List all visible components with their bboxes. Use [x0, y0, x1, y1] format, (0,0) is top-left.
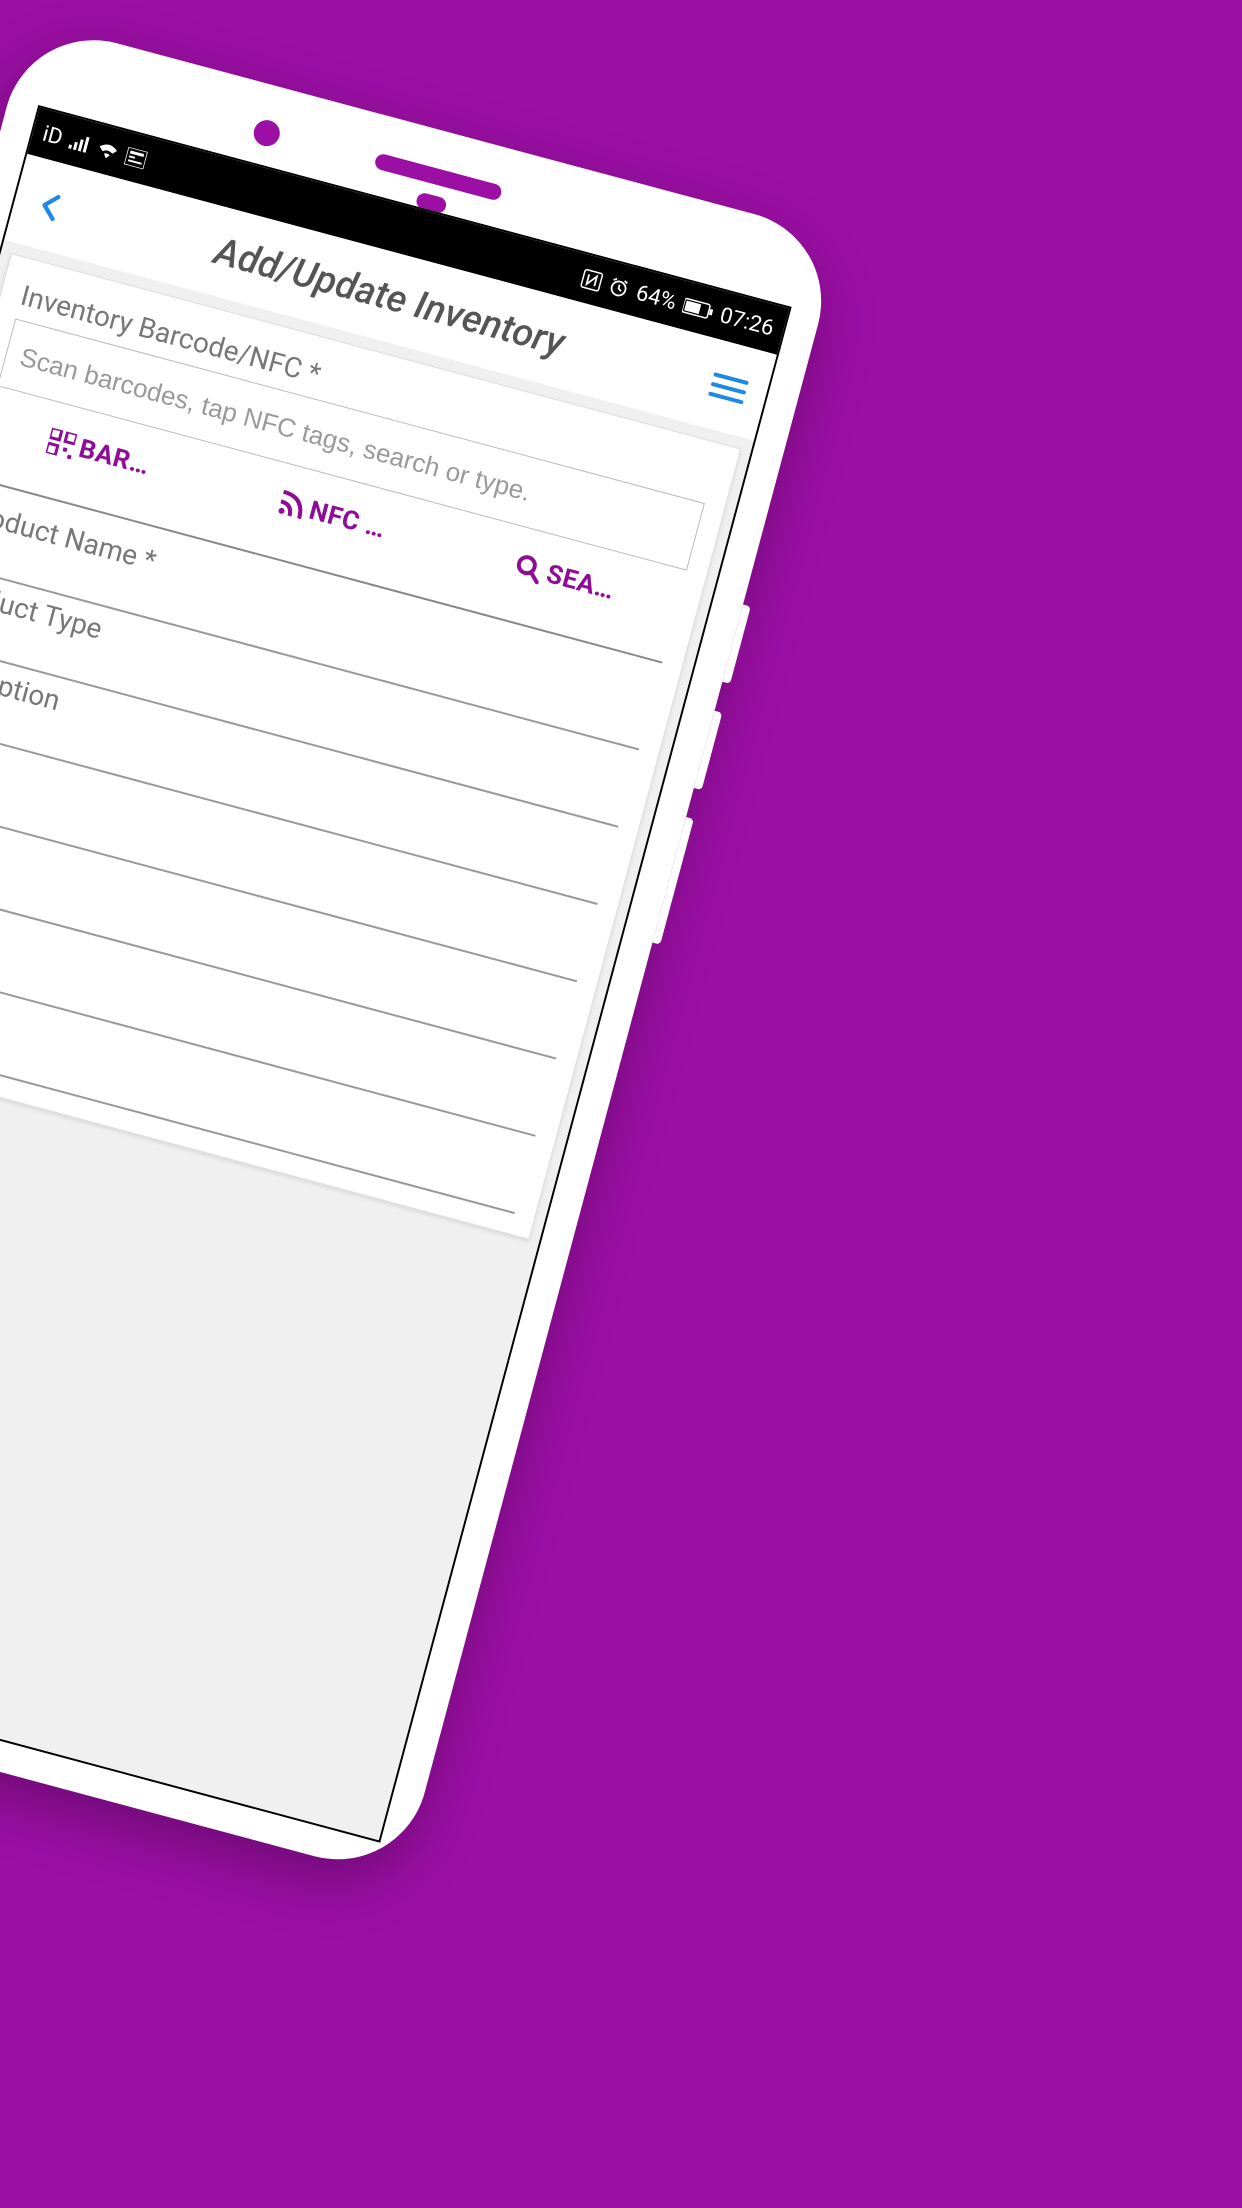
- alarm-icon: [607, 275, 631, 299]
- clock-label: 07:26: [717, 303, 776, 341]
- search-button-label: SEA…: [543, 559, 618, 606]
- phone-side-button: [652, 817, 693, 945]
- qr-icon: [45, 428, 77, 460]
- search-icon: [513, 553, 545, 585]
- signal-icon: [68, 133, 91, 154]
- menu-button[interactable]: [708, 370, 750, 406]
- barcode-button-label: BAR…: [76, 434, 153, 482]
- battery-percent-label: 64%: [633, 280, 679, 315]
- nfc-icon: [580, 268, 604, 292]
- phone-frame: iD: [0, 20, 841, 1879]
- battery-icon: [682, 297, 715, 320]
- news-icon: [124, 147, 148, 170]
- phone-side-button: [694, 711, 722, 790]
- content-area: Inventory Barcode/NFC * BAR…: [0, 241, 754, 1841]
- phone-screen: iD: [0, 105, 792, 1843]
- rss-icon: [275, 489, 307, 521]
- wifi-icon: [95, 140, 120, 161]
- phone-side-button: [722, 604, 750, 683]
- carrier-label: iD: [40, 121, 66, 150]
- phone-camera-dot: [251, 117, 283, 149]
- phone-speaker-slot: [373, 152, 503, 201]
- nfc-button-label: NFC …: [306, 496, 389, 545]
